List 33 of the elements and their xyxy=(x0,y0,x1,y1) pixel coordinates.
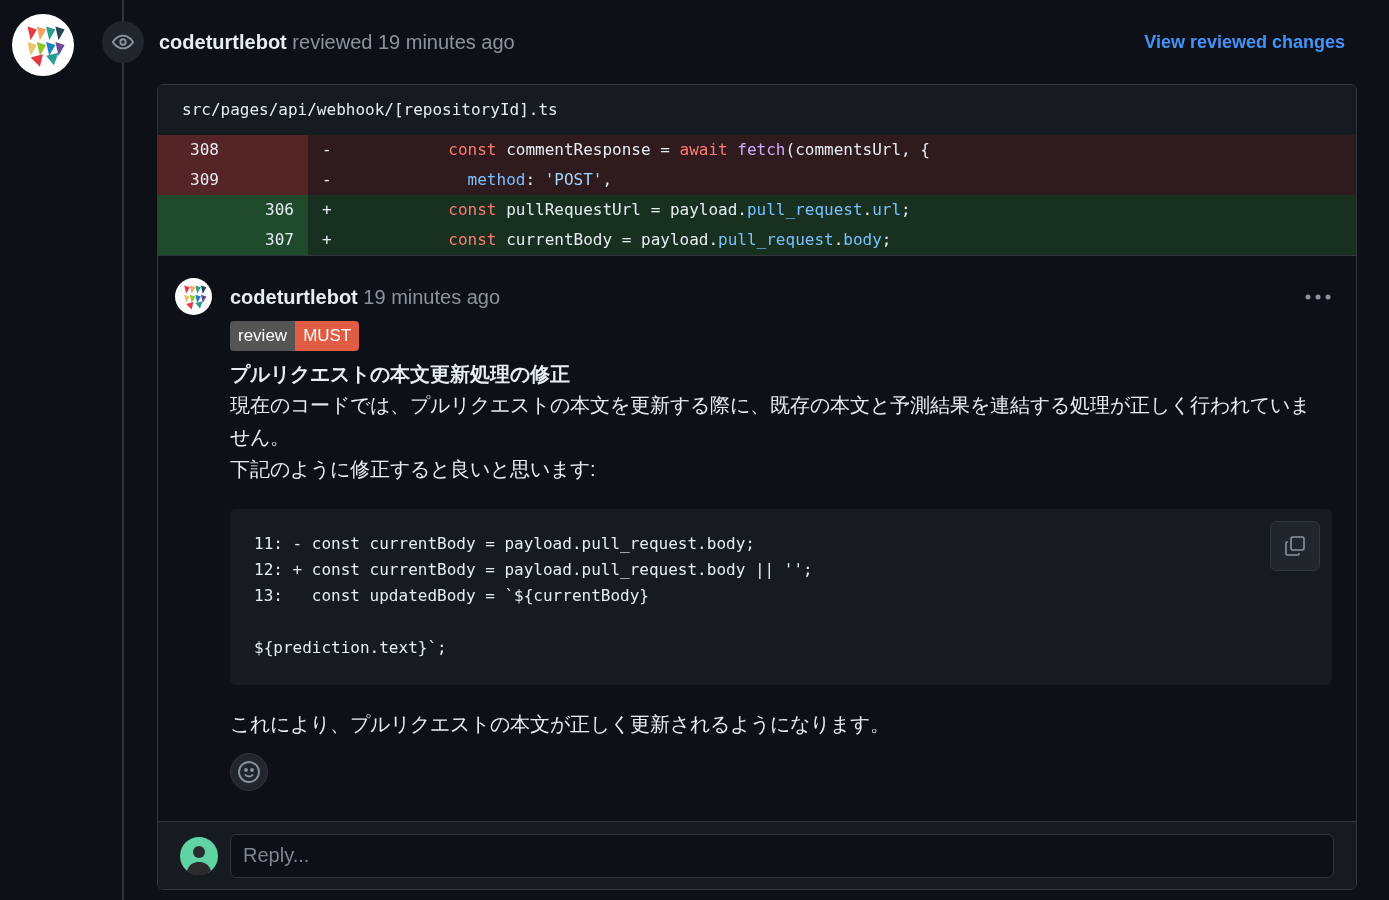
comment-text: これにより、プルリクエストの本文が正しく更新されるようになります。 xyxy=(230,712,891,737)
copy-icon xyxy=(1283,534,1307,558)
label-tag: review xyxy=(230,321,296,351)
emoji-button[interactable] xyxy=(230,753,268,791)
comment-text: 現在のコードでは、プルリクエストの本文を更新する際に、既存の本文と予測結果を連結する処理が正しく行われていません。 xyxy=(230,393,1311,450)
line-number: 306 xyxy=(265,199,294,221)
comment-text: 下記のように修正すると良いと思います: xyxy=(230,457,597,482)
comment-title: プルリクエストの本文更新処理の修正 xyxy=(230,362,571,387)
code-line: method: 'POST', xyxy=(466,169,613,191)
diff-sign: + xyxy=(322,199,333,221)
smiley-icon xyxy=(237,760,261,784)
view-changes-link[interactable]: View reviewed changes xyxy=(1144,28,1345,56)
file-path: src/pages/api/webhook/[repositoryId].ts xyxy=(182,99,558,121)
code-line: const commentResponse = await fetch(commentsUrl, { xyxy=(447,139,930,161)
diff-sign: + xyxy=(322,229,333,251)
reply-field[interactable]: Reply... xyxy=(230,833,1334,878)
comment-meta: codeturtlebot 19 minutes ago xyxy=(230,284,501,310)
review-summary: codeturtlebot reviewed 19 minutes ago xyxy=(159,30,515,55)
diff-sign: - xyxy=(322,169,333,191)
code-line: const pullRequestUrl = payload.pull_request.url; xyxy=(447,199,911,221)
avatar-icon xyxy=(12,14,74,76)
copy-button[interactable] xyxy=(1270,521,1320,571)
user-avatar xyxy=(180,836,218,875)
line-number: 307 xyxy=(265,229,294,251)
line-number: 309 xyxy=(190,169,219,191)
label-tag: MUST xyxy=(295,321,360,351)
diff-sign: - xyxy=(322,139,333,161)
line-number: 308 xyxy=(190,139,219,161)
code-line: const currentBody = payload.pull_request.body; xyxy=(447,229,892,251)
avatar-icon xyxy=(175,278,212,315)
eye-icon xyxy=(102,21,144,63)
more-icon[interactable] xyxy=(1304,292,1332,301)
code-snippet: 11: - const currentBody = payload.pull_request.body; 12: + const currentBody = payload.pull_request.body || ''; 13: const updatedBody = `${currentBody} ${prediction.text}`; xyxy=(254,533,814,659)
